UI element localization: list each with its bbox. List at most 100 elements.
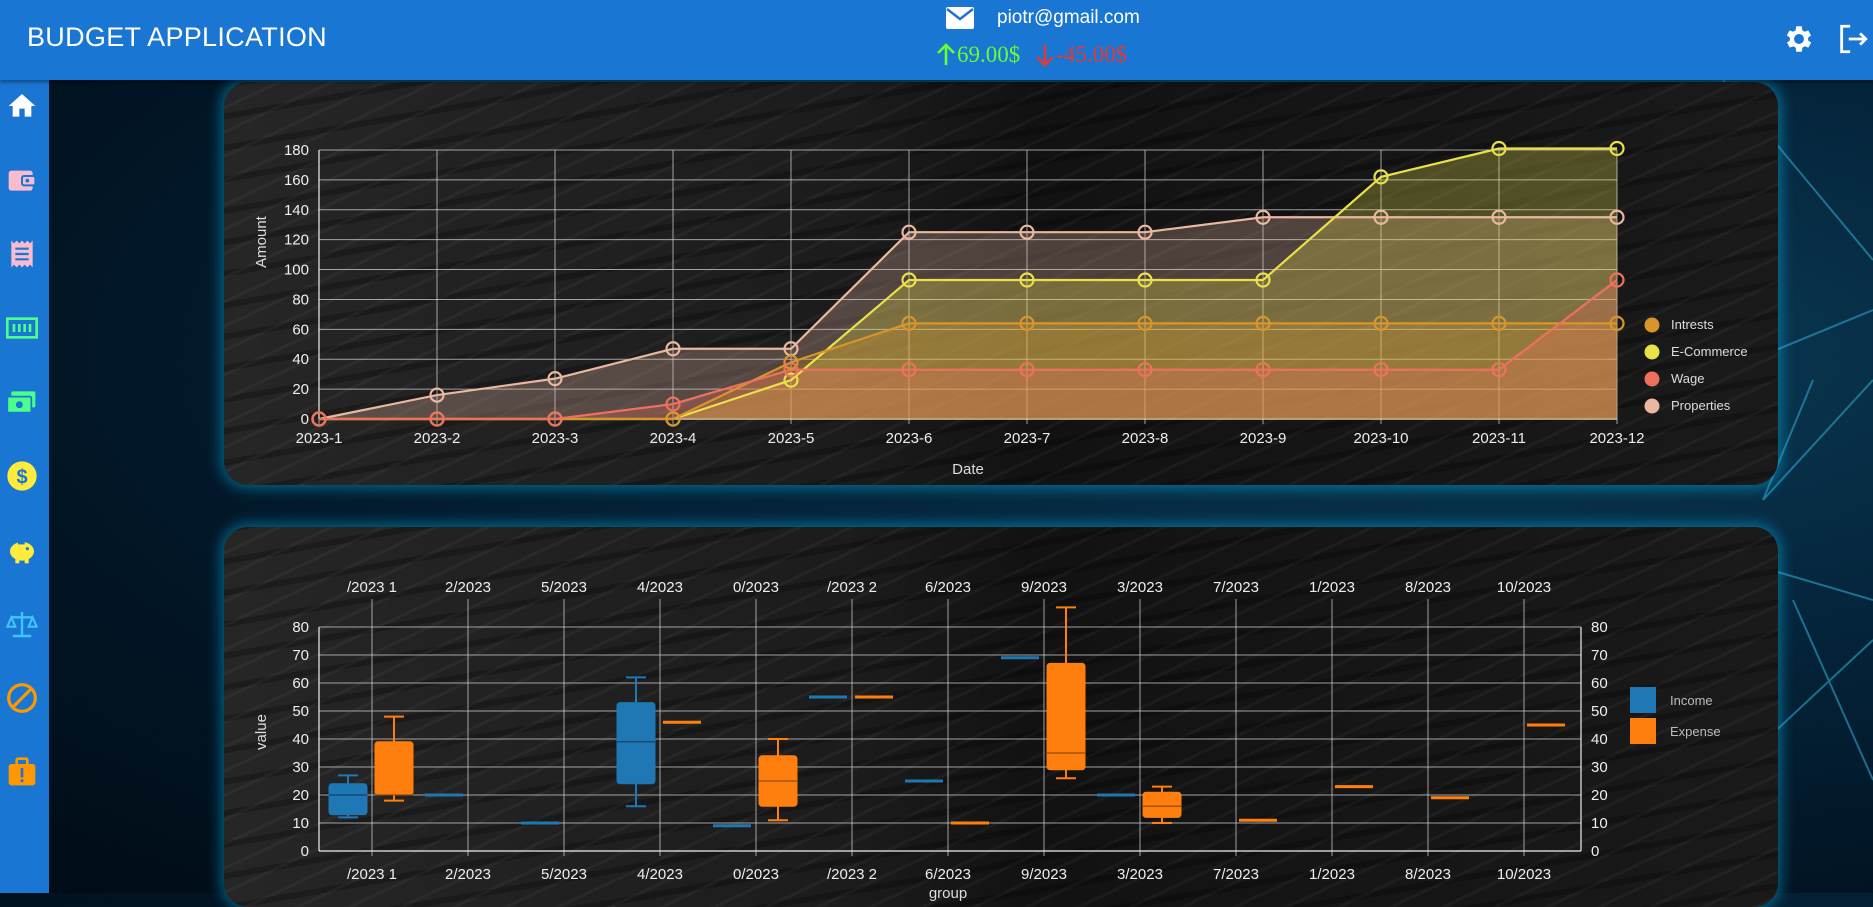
- y-tick-label: 70: [292, 647, 309, 664]
- sidebar-nav: $: [0, 80, 49, 893]
- x-axis-label: group: [929, 885, 967, 902]
- receipt-icon[interactable]: [6, 238, 38, 270]
- y-tick-label: 80: [292, 291, 309, 308]
- mail-icon: [946, 7, 974, 29]
- x-tick-label: 2023-11: [1472, 430, 1526, 447]
- dollar-coin-icon[interactable]: $: [6, 460, 38, 492]
- balance-scale-icon[interactable]: [6, 608, 38, 640]
- legend-label: Income: [1670, 693, 1713, 708]
- legend-marker: [1630, 718, 1656, 744]
- arrow-down-icon: [1036, 45, 1055, 67]
- x-tick-label: 2023-1: [296, 430, 343, 447]
- x-tick-label: 7/2023: [1213, 866, 1259, 883]
- y-tick-label: 0: [301, 411, 309, 428]
- expense-value: -45.00$: [1056, 42, 1128, 67]
- chart-legend: Income Expense: [1630, 687, 1721, 744]
- y-axis-label: value: [253, 714, 270, 750]
- box-body: [328, 783, 368, 816]
- y-tick-label: 10: [292, 815, 309, 832]
- x-tick-label: 0/2023: [733, 866, 779, 883]
- chart-legend: Intrests E-Commerce Wage Properties: [1644, 317, 1748, 414]
- x-tick-label-top: 2/2023: [445, 579, 491, 596]
- payments-icon[interactable]: [6, 386, 38, 418]
- y-tick-label: 50: [292, 703, 309, 720]
- box-expense: [1142, 785, 1182, 824]
- x-tick-label: 10/2023: [1497, 866, 1551, 883]
- x-tick-label: /2023 2: [827, 866, 877, 883]
- x-tick-label: 2023-3: [532, 430, 579, 447]
- legend-label: Expense: [1670, 724, 1721, 739]
- y-tick-label: 160: [284, 172, 309, 189]
- x-tick-label: 2023-7: [1004, 430, 1051, 447]
- legend-marker: [1644, 317, 1660, 333]
- piggy-bank-icon[interactable]: [6, 534, 38, 566]
- y-tick-label: 180: [284, 142, 309, 159]
- x-tick-label-top: 7/2023: [1213, 579, 1259, 596]
- category-area-chart-panel: 0 20 40 60 80 100 120 140 160 180 2023-1 2023-2 202…: [224, 82, 1778, 485]
- x-tick-label: 2023-5: [768, 430, 815, 447]
- x-tick-label: 9/2023: [1021, 866, 1067, 883]
- box-plot-panel: 0 0 10 10 20 20 30 30 40 40 50 50 60 60 70 70 80 80 /2023…: [224, 527, 1778, 907]
- x-tick-label-top: 1/2023: [1309, 579, 1355, 596]
- y-tick-label-right: 40: [1591, 731, 1608, 748]
- box-body: [616, 702, 656, 785]
- y-tick-label-right: 70: [1591, 647, 1608, 664]
- x-tick-label: 2023-9: [1240, 430, 1287, 447]
- y-tick-label: 40: [292, 351, 309, 368]
- x-tick-label: 2023-8: [1122, 430, 1169, 447]
- y-tick-label-right: 30: [1591, 759, 1608, 776]
- box-income: [328, 774, 368, 819]
- income-value: 69.00$: [957, 42, 1021, 67]
- box-expense: [1046, 606, 1086, 780]
- x-tick-label: 2023-4: [650, 430, 697, 447]
- logout-icon[interactable]: [1836, 22, 1870, 56]
- legend-marker: [1630, 687, 1656, 713]
- home-icon[interactable]: [6, 90, 38, 122]
- report-icon[interactable]: [6, 756, 38, 788]
- y-tick-label: 60: [292, 675, 309, 692]
- money-bill-icon[interactable]: [6, 312, 38, 344]
- box-body: [1046, 662, 1086, 771]
- legend-label: Properties: [1671, 398, 1731, 413]
- legend-label: Intrests: [1671, 317, 1714, 332]
- x-tick-label-top: /2023 1: [347, 579, 397, 596]
- legend-label: Wage: [1671, 371, 1704, 386]
- x-tick-label: 2/2023: [445, 866, 491, 883]
- x-tick-label: 8/2023: [1405, 866, 1451, 883]
- x-tick-label: 3/2023: [1117, 866, 1163, 883]
- y-tick-label: 100: [284, 262, 309, 279]
- income-expense-box-plot: 0 0 10 10 20 20 30 30 40 40 50 50 60 60 70 70 80 80 /2023…: [253, 579, 1721, 902]
- y-tick-label: 30: [292, 759, 309, 776]
- x-tick-label: 2023-6: [886, 430, 933, 447]
- user-info: piotr@gmail.com: [945, 6, 1140, 30]
- y-tick-label-right: 50: [1591, 703, 1608, 720]
- expense-total: -45.00$: [1034, 42, 1127, 68]
- y-tick-label: 60: [292, 321, 309, 338]
- y-tick-label: 20: [292, 787, 309, 804]
- x-tick-label: 6/2023: [925, 866, 971, 883]
- box-income: [616, 676, 656, 808]
- y-tick-label-right: 0: [1591, 843, 1599, 860]
- y-tick-label: 120: [284, 232, 309, 249]
- block-icon[interactable]: [6, 682, 38, 714]
- x-tick-label-top: 10/2023: [1497, 579, 1551, 596]
- x-tick-label-top: 8/2023: [1405, 579, 1451, 596]
- legend-marker: [1644, 398, 1660, 414]
- box-body: [1142, 791, 1182, 818]
- box-body: [374, 741, 414, 796]
- income-total: 69.00$: [935, 42, 1020, 68]
- arrow-up-icon: [937, 43, 955, 65]
- x-tick-label: 2023-10: [1353, 430, 1408, 447]
- wallet-icon[interactable]: [6, 164, 38, 196]
- legend-marker: [1644, 344, 1660, 360]
- svg-text:$: $: [16, 466, 27, 488]
- legend-label: E-Commerce: [1671, 344, 1748, 359]
- y-tick-label-right: 60: [1591, 675, 1608, 692]
- settings-gear-icon[interactable]: [1782, 22, 1816, 56]
- app-title: BUDGET APPLICATION: [27, 22, 327, 52]
- x-tick-label-top: 4/2023: [637, 579, 683, 596]
- x-tick-label-top: 6/2023: [925, 579, 971, 596]
- top-app-bar: BUDGET APPLICATION piotr@gmail.com 69.00…: [0, 0, 1873, 80]
- y-tick-label-right: 80: [1591, 619, 1608, 636]
- x-tick-label: 5/2023: [541, 866, 587, 883]
